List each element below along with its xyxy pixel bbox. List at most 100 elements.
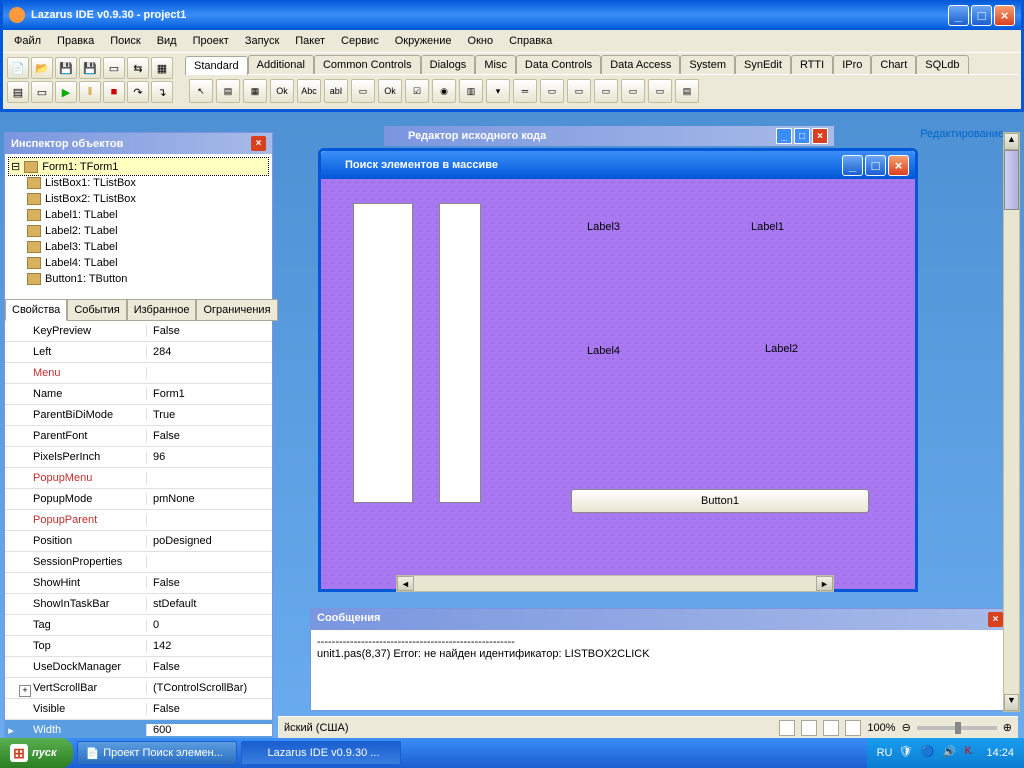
menu-view[interactable]: Вид — [150, 32, 184, 50]
scroll-down-button[interactable]: ▼ — [1004, 694, 1019, 711]
listbox2[interactable] — [439, 203, 481, 503]
new-form-button[interactable]: ▭ — [103, 57, 125, 79]
tab-favorites[interactable]: Избранное — [127, 299, 197, 321]
button-button[interactable]: Ok — [270, 79, 294, 103]
pause-button[interactable]: ‖ — [79, 81, 101, 103]
zoom-out-button[interactable]: ⊖ — [902, 721, 911, 734]
messages-body[interactable]: ----------------------------------------… — [311, 630, 1009, 710]
prop-row-sessionproperties[interactable]: SessionProperties — [5, 552, 272, 573]
zoom-in-button[interactable]: ⊕ — [1003, 721, 1012, 734]
editor-min-button[interactable]: _ — [776, 128, 792, 144]
tray-clock[interactable]: 14:24 — [986, 747, 1014, 759]
zoom-slider[interactable] — [917, 726, 997, 730]
actionlist-button[interactable]: ▤ — [675, 79, 699, 103]
pointer-button[interactable]: ↖ — [189, 79, 213, 103]
run-button[interactable]: ▶ — [55, 81, 77, 103]
listbox1[interactable] — [353, 203, 413, 503]
mainmenu-button[interactable]: ▤ — [216, 79, 240, 103]
menu-package[interactable]: Пакет — [288, 32, 332, 50]
label2[interactable]: Label2 — [765, 343, 798, 355]
tab-system[interactable]: System — [680, 55, 735, 74]
step-over-button[interactable]: ↷ — [127, 81, 149, 103]
prop-row-parentbidimode[interactable]: ParentBiDiModeTrue — [5, 405, 272, 426]
label4[interactable]: Label4 — [587, 345, 620, 357]
radio-button[interactable]: ◉ — [432, 79, 456, 103]
save-button[interactable]: 💾 — [55, 57, 77, 79]
saveall-button[interactable]: 💾 — [79, 57, 101, 79]
tree-item-button1[interactable]: Button1: TButton — [9, 271, 268, 287]
prop-row-vertscrollbar[interactable]: VertScrollBar(TControlScrollBar) — [5, 678, 272, 699]
inspector-close-button[interactable]: × — [251, 136, 266, 151]
editing-link[interactable]: Редактирование — [920, 128, 1004, 140]
form-minimize-button[interactable]: _ — [842, 155, 863, 176]
prop-row-menu[interactable]: Menu — [5, 363, 272, 384]
form-maximize-button[interactable]: □ — [865, 155, 886, 176]
editor-hscrollbar[interactable]: ◄ ► — [396, 575, 834, 592]
tab-dataaccess[interactable]: Data Access — [601, 55, 680, 74]
combobox-button[interactable]: ▾ — [486, 79, 510, 103]
radiogroup-button[interactable]: ▭ — [567, 79, 591, 103]
button1[interactable]: Button1 — [571, 489, 869, 513]
start-button[interactable]: пуск — [0, 738, 73, 768]
tray-icon-4[interactable]: K — [964, 745, 980, 761]
toggle-button[interactable]: Ok — [378, 79, 402, 103]
prop-row-keypreview[interactable]: KeyPreviewFalse — [5, 321, 272, 342]
menu-edit[interactable]: Правка — [50, 32, 101, 50]
prop-row-position[interactable]: PositionpoDesigned — [5, 531, 272, 552]
doc-vscrollbar[interactable]: ▲ ▼ — [1003, 132, 1020, 712]
edit-button[interactable]: abI — [324, 79, 348, 103]
prop-row-top[interactable]: Top142 — [5, 636, 272, 657]
units-button[interactable]: ▦ — [151, 57, 173, 79]
tree-item-label1[interactable]: Label1: TLabel — [9, 207, 268, 223]
tray-lang[interactable]: RU — [877, 747, 893, 759]
groupbox-button[interactable]: ▭ — [540, 79, 564, 103]
view-icon-4[interactable] — [845, 720, 861, 736]
prop-row-popupparent[interactable]: PopupParent — [5, 510, 272, 531]
form-close-button[interactable]: × — [888, 155, 909, 176]
tab-common[interactable]: Common Controls — [314, 55, 421, 74]
tab-chart[interactable]: Chart — [871, 55, 916, 74]
label3[interactable]: Label3 — [587, 221, 620, 233]
toggle-button[interactable]: ⇆ — [127, 57, 149, 79]
menu-project[interactable]: Проект — [186, 32, 236, 50]
listbox-button[interactable]: ▥ — [459, 79, 483, 103]
tab-events[interactable]: События — [67, 299, 126, 321]
prop-row-popupmenu[interactable]: PopupMenu — [5, 468, 272, 489]
menu-file[interactable]: Файл — [7, 32, 48, 50]
view-icon-1[interactable] — [779, 720, 795, 736]
prop-row-tag[interactable]: Tag0 — [5, 615, 272, 636]
checkbox-button[interactable]: ☑ — [405, 79, 429, 103]
scroll-right-button[interactable]: ► — [816, 576, 833, 591]
tray-icon-3[interactable]: 🔊 — [942, 745, 958, 761]
label1[interactable]: Label1 — [751, 221, 784, 233]
component-tree[interactable]: ⊟Form1: TForm1 ListBox1: TListBox ListBo… — [5, 154, 272, 299]
open-button[interactable]: 📂 — [31, 57, 53, 79]
tab-synedit[interactable]: SynEdit — [735, 55, 791, 74]
view-icon-3[interactable] — [823, 720, 839, 736]
view-icon-2[interactable] — [801, 720, 817, 736]
tab-ipro[interactable]: IPro — [833, 55, 871, 74]
tab-standard[interactable]: Standard — [185, 56, 248, 75]
menu-run[interactable]: Запуск — [238, 32, 286, 50]
new-unit-button[interactable]: 📄 — [7, 57, 29, 79]
tab-misc[interactable]: Misc — [475, 55, 516, 74]
tray-icon-2[interactable]: 🔵 — [920, 745, 936, 761]
tab-rtti[interactable]: RTTI — [791, 55, 833, 74]
tree-item-form1[interactable]: ⊟Form1: TForm1 — [9, 158, 268, 175]
tab-properties[interactable]: Свойства — [5, 299, 67, 321]
prop-row-parentfont[interactable]: ParentFontFalse — [5, 426, 272, 447]
menu-env[interactable]: Окружение — [388, 32, 459, 50]
menu-search[interactable]: Поиск — [103, 32, 147, 50]
popupmenu-button[interactable]: ▦ — [243, 79, 267, 103]
tray-icon-1[interactable]: 🛡 — [898, 745, 914, 761]
scroll-left-button[interactable]: ◄ — [397, 576, 414, 591]
prop-row-pixelsperinch[interactable]: PixelsPerInch96 — [5, 447, 272, 468]
tab-datacontrols[interactable]: Data Controls — [516, 55, 601, 74]
editor-max-button[interactable]: □ — [794, 128, 810, 144]
menu-help[interactable]: Справка — [502, 32, 559, 50]
tree-item-label4[interactable]: Label4: TLabel — [9, 255, 268, 271]
view-forms-button[interactable]: ▭ — [31, 81, 53, 103]
view-units-button[interactable]: ▤ — [7, 81, 29, 103]
task-lazarus[interactable]: Lazarus IDE v0.9.30 ... — [241, 741, 401, 765]
tree-item-listbox1[interactable]: ListBox1: TListBox — [9, 175, 268, 191]
